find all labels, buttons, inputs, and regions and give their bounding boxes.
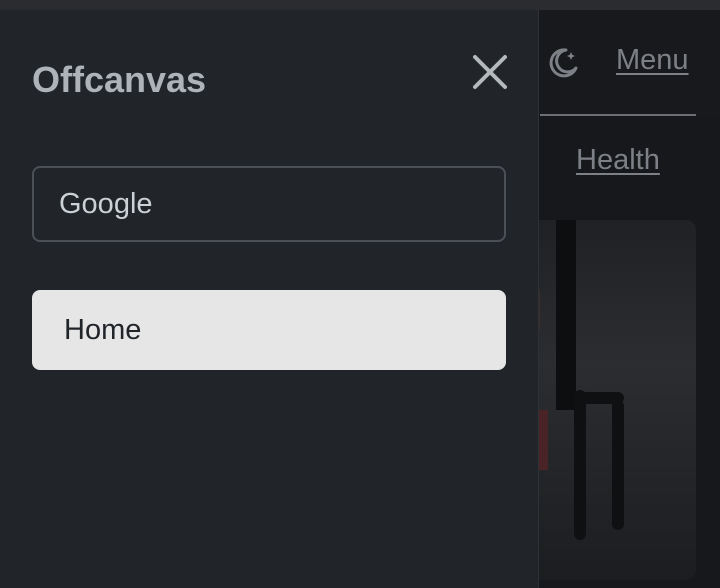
offcanvas-panel: Offcanvas Home bbox=[0, 10, 539, 588]
page: Menu l Health Offcanvas Home bbox=[0, 0, 720, 588]
browser-top-strip bbox=[0, 0, 720, 10]
close-icon[interactable] bbox=[470, 52, 510, 92]
nav-item-home[interactable]: Home bbox=[32, 290, 506, 370]
search-input[interactable] bbox=[32, 166, 506, 242]
header-divider bbox=[540, 114, 696, 116]
menu-link[interactable]: Menu bbox=[616, 44, 689, 77]
moon-icon[interactable] bbox=[546, 46, 580, 80]
nav-link-health[interactable]: Health bbox=[576, 144, 660, 177]
background-card-image bbox=[526, 220, 696, 580]
offcanvas-title: Offcanvas bbox=[32, 59, 207, 100]
